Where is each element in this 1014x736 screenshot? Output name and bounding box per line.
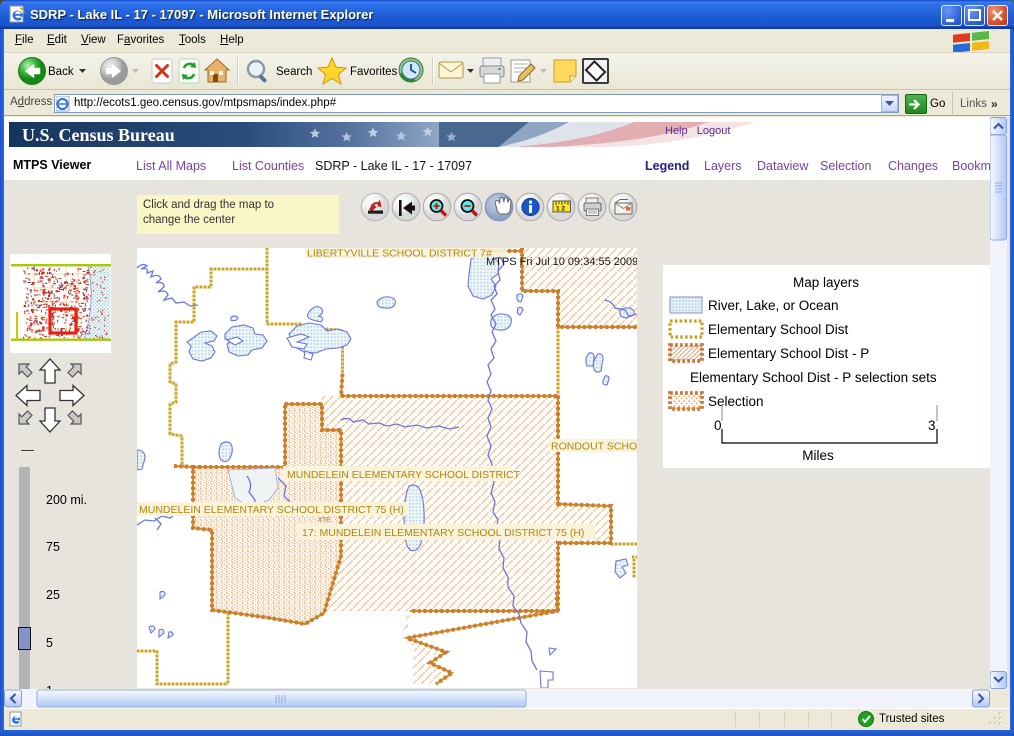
svg-text:Favorites: Favorites: [350, 66, 398, 78]
svg-text:Map layers: Map layers: [793, 275, 859, 290]
svg-text:MUNDELEIN ELEMENTARY SCHOOL DI: MUNDELEIN ELEMENTARY SCHOOL DISTRICT 75 …: [139, 504, 404, 516]
svg-text:LIBERTYVILLE SCHOOL DISTRICT 7: LIBERTYVILLE SCHOOL DISTRICT 7#: [307, 248, 492, 260]
svg-text:Miles: Miles: [802, 448, 834, 463]
svg-text:3: 3: [928, 418, 936, 433]
svg-text:0: 0: [714, 418, 722, 433]
svg-text:Back: Back: [48, 66, 74, 78]
svg-text:Elementary School Dist - P: Elementary School Dist - P: [708, 346, 869, 361]
svg-text:Selection: Selection: [708, 394, 764, 409]
svg-text:#TE: #TE: [318, 517, 331, 524]
svg-text:1 2: 1 2: [556, 205, 565, 212]
svg-text:Elementary School Dist - P sel: Elementary School Dist - P selection set…: [690, 370, 937, 385]
svg-text:17: MUNDELEIN ELEMENTARY SCHOO: 17: MUNDELEIN ELEMENTARY SCHOOL DISTRICT…: [302, 527, 584, 539]
svg-text:MTPS Fri Jul 10 09:34:55 2009: MTPS Fri Jul 10 09:34:55 2009: [486, 256, 637, 268]
svg-text:MUNDELEIN ELEMENTARY SCHOOL DI: MUNDELEIN ELEMENTARY SCHOOL DISTRICT: [287, 469, 521, 481]
svg-text:U.S. Census Bureau: U.S. Census Bureau: [22, 125, 175, 145]
svg-text:Search: Search: [276, 66, 312, 78]
svg-text:RONDOUT SCHOO: RONDOUT SCHOO: [551, 441, 637, 453]
svg-text:River, Lake, or Ocean: River, Lake, or Ocean: [708, 298, 839, 313]
svg-text:Elementary School Dist: Elementary School Dist: [708, 322, 849, 337]
